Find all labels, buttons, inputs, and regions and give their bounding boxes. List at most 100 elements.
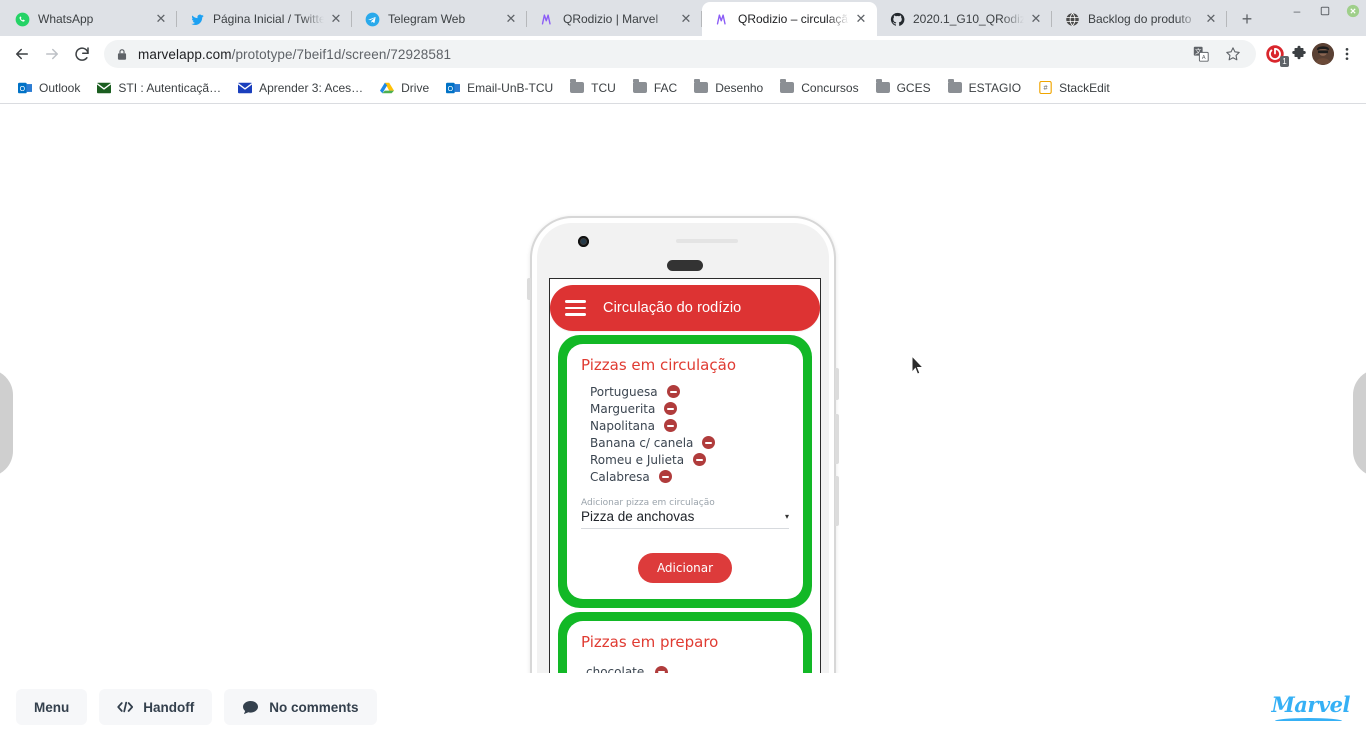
list-item: Calabresa xyxy=(581,468,789,485)
mail-icon xyxy=(96,80,112,96)
minus-circle-icon[interactable] xyxy=(658,470,672,483)
section-title: Pizzas em circulação xyxy=(581,356,736,374)
browser-tab-github[interactable]: 2020.1_G10_QRodizio ✕ xyxy=(877,2,1052,36)
browser-tab-backlog[interactable]: Backlog do produto ✕ xyxy=(1052,2,1227,36)
bookmark-label: Outlook xyxy=(39,80,81,95)
three-dot-menu-icon[interactable] xyxy=(1336,43,1358,65)
minimize-button[interactable]: – xyxy=(1290,4,1304,18)
browser-toolbar: marvelapp.com/prototype/7beif1d/screen/7… xyxy=(0,36,1366,72)
phone-power-button xyxy=(835,368,839,400)
puzzle-icon[interactable] xyxy=(1288,43,1310,65)
pizza-list-circulacao: Portuguesa Marguerita Napolitana Banana … xyxy=(581,383,789,485)
phone-speaker xyxy=(667,260,703,271)
mouse-cursor xyxy=(911,354,925,376)
bookmark-stackedit[interactable]: # StackEdit xyxy=(1030,76,1117,100)
bookmark-label: Aprender 3: Aces… xyxy=(259,80,364,95)
marvel-icon xyxy=(714,11,730,27)
app-header: Circulação do rodízio xyxy=(550,285,820,331)
back-button[interactable] xyxy=(8,40,36,68)
pizza-name: Calabresa xyxy=(590,469,650,484)
browser-tab-qrodizio-marvel[interactable]: QRodizio | Marvel ✕ xyxy=(527,2,702,36)
handoff-button[interactable]: Handoff xyxy=(99,689,213,725)
bookmark-gces[interactable]: GCES xyxy=(868,76,938,100)
extension-badge-count: 1 xyxy=(1280,56,1289,67)
bookmark-desenho[interactable]: Desenho xyxy=(686,76,770,100)
bookmark-estagio[interactable]: ESTAGIO xyxy=(940,76,1028,100)
add-pizza-circulacao-field[interactable]: Adicionar pizza em circulação Pizza de a… xyxy=(581,498,789,529)
profile-avatar[interactable] xyxy=(1312,43,1334,65)
list-item: Banana c/ canela xyxy=(581,434,789,451)
menu-label: Menu xyxy=(34,699,70,715)
minus-circle-icon[interactable] xyxy=(664,402,678,415)
comments-button[interactable]: No comments xyxy=(224,689,377,725)
window-controls: – xyxy=(1290,4,1360,18)
close-icon[interactable]: ✕ xyxy=(853,11,869,27)
next-screen-hotspot[interactable] xyxy=(1353,368,1366,477)
browser-tab-qrodizio-circulacao[interactable]: QRodizio – circulação ✕ xyxy=(702,2,877,36)
phone-mockup: Circulação do rodízio Pizzas em circulaç… xyxy=(527,216,839,741)
close-icon[interactable]: ✕ xyxy=(678,11,694,27)
browser-tab-whatsapp[interactable]: WhatsApp ✕ xyxy=(2,2,177,36)
bookmark-label: Drive xyxy=(401,80,430,95)
star-icon[interactable] xyxy=(1222,43,1244,65)
hamburger-icon[interactable] xyxy=(565,300,586,316)
bookmark-sti[interactable]: STI : Autenticaçã… xyxy=(89,76,228,100)
close-icon[interactable]: ✕ xyxy=(328,11,344,27)
minus-circle-icon[interactable] xyxy=(693,453,707,466)
tab-title: QRodizio – circulação xyxy=(738,12,849,26)
browser-tab-telegram[interactable]: Telegram Web ✕ xyxy=(352,2,527,36)
address-bar[interactable]: marvelapp.com/prototype/7beif1d/screen/7… xyxy=(104,40,1256,68)
drive-icon xyxy=(379,80,395,96)
whatsapp-icon xyxy=(14,11,30,27)
twitter-icon xyxy=(189,11,205,27)
chevron-down-icon[interactable]: ▾ xyxy=(785,512,789,521)
list-item: Napolitana xyxy=(581,417,789,434)
bookmark-concursos[interactable]: Concursos xyxy=(772,76,865,100)
svg-text:A: A xyxy=(1202,55,1206,61)
bookmark-fac[interactable]: FAC xyxy=(625,76,684,100)
url-domain: marvelapp.com xyxy=(138,46,232,62)
close-window-button[interactable] xyxy=(1346,4,1360,18)
bookmark-drive[interactable]: Drive xyxy=(372,76,436,100)
pizza-name: Banana c/ canela xyxy=(590,435,694,450)
minus-circle-icon[interactable] xyxy=(702,436,716,449)
list-item: Portuguesa xyxy=(581,383,789,400)
minus-circle-icon[interactable] xyxy=(666,385,680,398)
prev-screen-hotspot[interactable] xyxy=(0,368,13,477)
tab-title: QRodizio | Marvel xyxy=(563,12,659,26)
folder-icon xyxy=(875,79,891,96)
tab-title: Página Inicial / Twitter xyxy=(213,12,324,26)
pizza-name: Romeu e Julieta xyxy=(590,452,685,467)
maximize-button[interactable] xyxy=(1318,4,1332,18)
adblock-extension-icon[interactable]: 1 xyxy=(1264,43,1289,67)
bookmark-outlook[interactable]: O Outlook xyxy=(10,76,87,100)
bookmark-email-unb-tcu[interactable]: O Email-UnB-TCU xyxy=(438,76,560,100)
select-row[interactable]: Pizza de anchovas ▾ xyxy=(581,509,789,529)
comment-icon xyxy=(242,700,259,715)
phone-screen: Circulação do rodízio Pizzas em circulaç… xyxy=(549,278,821,741)
browser-tab-twitter[interactable]: Página Inicial / Twitter ✕ xyxy=(177,2,352,36)
minus-circle-icon[interactable] xyxy=(663,419,677,432)
globe-icon xyxy=(1064,11,1080,27)
adicionar-circulacao-button[interactable]: Adicionar xyxy=(637,553,733,583)
new-tab-button[interactable]: + xyxy=(1233,5,1261,33)
bookmark-aprender3[interactable]: Aprender 3: Aces… xyxy=(230,76,370,100)
close-icon[interactable]: ✕ xyxy=(1203,11,1219,27)
telegram-icon xyxy=(364,11,380,27)
menu-button[interactable]: Menu xyxy=(16,689,88,725)
reload-button[interactable] xyxy=(68,40,96,68)
close-icon[interactable]: ✕ xyxy=(1028,11,1044,27)
translate-icon[interactable]: 文A xyxy=(1190,43,1212,65)
phone-volume-up-button xyxy=(835,414,839,464)
close-icon[interactable]: ✕ xyxy=(503,11,519,27)
close-icon[interactable]: ✕ xyxy=(153,11,169,27)
bookmark-tcu[interactable]: TCU xyxy=(562,76,623,100)
forward-button[interactable] xyxy=(38,40,66,68)
bookmark-label: StackEdit xyxy=(1059,80,1110,95)
lock-icon xyxy=(116,48,128,61)
bookmark-label: Email-UnB-TCU xyxy=(467,80,554,95)
outlook-icon: O xyxy=(17,80,33,96)
pizza-name: Portuguesa xyxy=(590,384,658,399)
tab-title: 2020.1_G10_QRodizio xyxy=(913,12,1024,26)
bookmark-label: FAC xyxy=(653,80,678,95)
